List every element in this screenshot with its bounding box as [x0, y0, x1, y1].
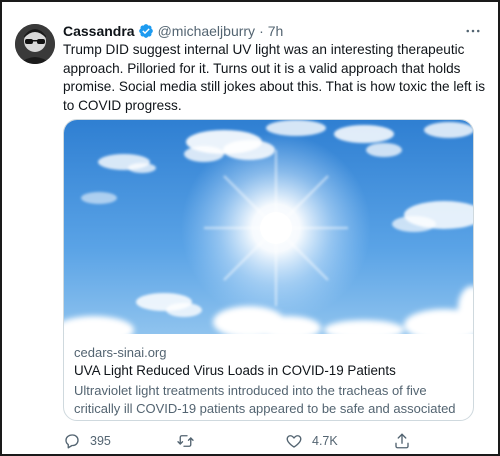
card-image-sky: [64, 120, 473, 334]
retweet-icon: [177, 435, 194, 447]
user-handle[interactable]: @michaeljburry: [158, 23, 255, 39]
retweet-button[interactable]: [176, 430, 204, 452]
reply-button[interactable]: 395: [63, 430, 111, 452]
share-button[interactable]: [393, 430, 411, 452]
tweet-actions: 395 4.7K: [63, 430, 443, 452]
avatar-image: [15, 24, 55, 64]
heart-icon: [286, 435, 302, 448]
tweet-header: Cassandra @michaeljburry · 7h: [63, 21, 283, 41]
link-card[interactable]: cedars-sinai.org UVA Light Reduced Virus…: [63, 119, 474, 421]
display-name[interactable]: Cassandra: [63, 23, 135, 39]
tweet-text: Trump DID suggest internal UV light was …: [63, 42, 486, 113]
reply-icon: [65, 434, 79, 449]
like-button[interactable]: 4.7K: [285, 430, 338, 452]
card-title[interactable]: UVA Light Reduced Virus Loads in COVID-1…: [74, 363, 466, 378]
tweet-container[interactable]: Cassandra @michaeljburry · 7h Trump DID …: [0, 0, 500, 456]
card-description: Ultraviolet light treatments introduced …: [74, 383, 456, 420]
header-separator: ·: [259, 23, 264, 39]
verified-badge-icon: [138, 23, 154, 39]
more-dots-icon[interactable]: [462, 20, 484, 42]
avatar[interactable]: [15, 24, 55, 64]
timestamp[interactable]: 7h: [268, 23, 284, 39]
card-domain: cedars-sinai.org: [74, 345, 167, 360]
share-icon: [395, 433, 409, 449]
reply-count: 395: [90, 434, 111, 448]
like-count: 4.7K: [312, 434, 338, 448]
